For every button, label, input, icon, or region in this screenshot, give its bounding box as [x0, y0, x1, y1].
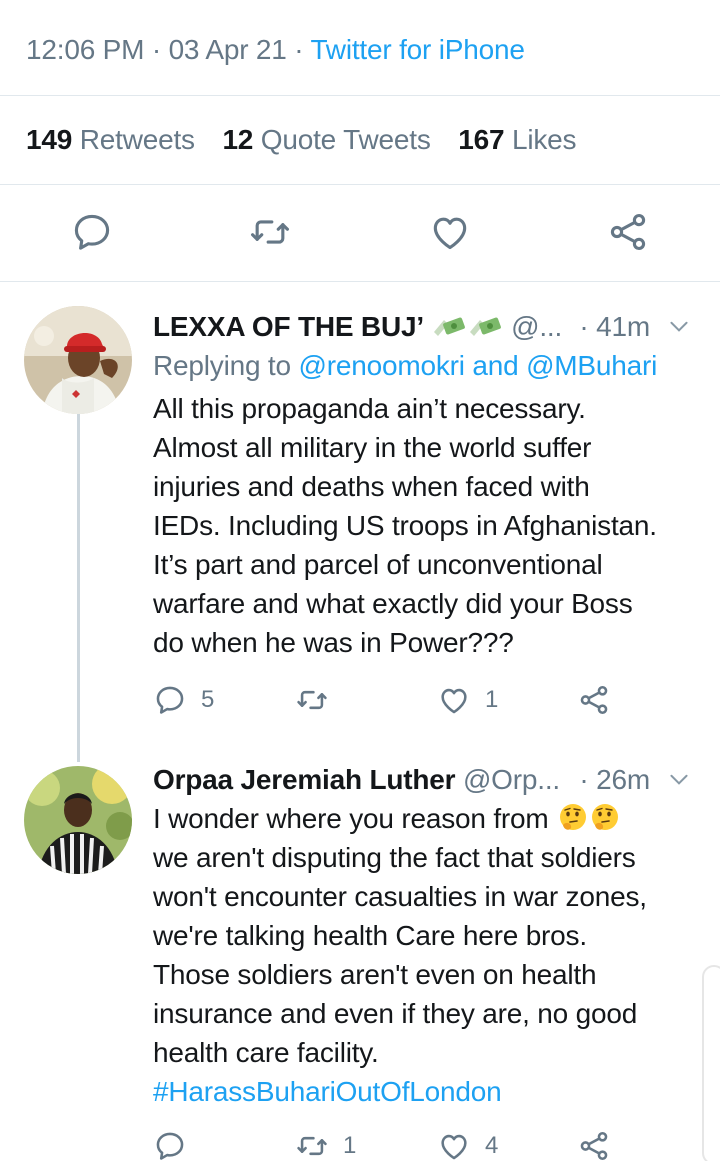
text-line: won't encounter casualties in war zones,: [153, 881, 647, 912]
reply-icon: [156, 686, 184, 714]
mention-link[interactable]: @MBuhari: [526, 350, 657, 381]
quote-tweets-count: 12: [222, 124, 254, 155]
share-icon: [580, 1131, 608, 1161]
user-handle[interactable]: @Orp...: [463, 764, 560, 795]
text-line: injuries and deaths when faced with: [153, 471, 590, 502]
tweet-date: 03 Apr 21: [168, 34, 287, 65]
reply-action-bar: 5 1: [153, 680, 623, 720]
reply-time[interactable]: · 26m: [579, 764, 650, 796]
reply-count: 5: [201, 686, 215, 713]
retweet-button[interactable]: 1: [295, 1126, 356, 1161]
divider: [0, 95, 720, 96]
like-icon[interactable]: [428, 210, 472, 254]
likes-count: 167: [458, 124, 505, 155]
reply-header: Orpaa Jeremiah Luther @Orp... · 26m: [153, 764, 700, 796]
like-button[interactable]: 4: [437, 1126, 498, 1161]
replying-to-label: Replying to: [153, 350, 291, 381]
text-line: IEDs. Including US troops in Afghanistan…: [153, 510, 657, 541]
divider: [0, 281, 720, 282]
text-line: health care facility.: [153, 1037, 379, 1068]
share-button[interactable]: [577, 1126, 611, 1161]
like-button[interactable]: 1: [437, 680, 498, 720]
retweet-icon[interactable]: [248, 210, 292, 254]
tweet-stats: 149 Retweets 12 Quote Tweets 167 Likes: [26, 124, 596, 156]
retweets-stat[interactable]: 149 Retweets: [26, 124, 195, 156]
hashtag-link[interactable]: #HarassBuhariOutOfLondon: [153, 1072, 713, 1111]
divider: [0, 184, 720, 185]
display-name[interactable]: LEXXA OF THE BUJ’: [153, 311, 424, 342]
retweet-count: 1: [343, 1132, 357, 1159]
tweet-action-bar: [0, 210, 720, 260]
avatar[interactable]: [24, 766, 132, 874]
thinking-face-emoji-icon: [560, 804, 587, 830]
retweet-button[interactable]: [295, 680, 343, 720]
text-line: insurance and even if they are, no good: [153, 998, 638, 1029]
text-line: It’s part and parcel of unconventional: [153, 549, 603, 580]
quote-tweets-stat[interactable]: 12 Quote Tweets: [222, 124, 430, 156]
reply-action-bar: 1 4: [153, 1126, 623, 1161]
quote-tweets-label: Quote Tweets: [260, 124, 431, 155]
text-line: Almost all military in the world suffer: [153, 432, 592, 463]
tweet-time: 12:06 PM: [26, 34, 145, 65]
thinking-face-emoji-icon: [592, 804, 619, 830]
mention-link[interactable]: @renoomokri: [298, 350, 464, 381]
text-line: I wonder where you reason from: [153, 799, 713, 838]
reply-text: I wonder where you reason from we aren't…: [153, 799, 713, 1111]
thread-connector-line: [77, 412, 80, 762]
reply-text: All this propaganda ain’t necessary. Alm…: [153, 389, 713, 662]
like-count: 4: [485, 1132, 499, 1159]
likes-stat[interactable]: 167 Likes: [458, 124, 576, 156]
likes-label: Likes: [511, 124, 577, 155]
like-icon: [441, 688, 467, 714]
text-line: we're talking health Care here bros.: [153, 920, 587, 951]
replying-to-line: Replying to @renoomokri and @MBuhari: [153, 350, 657, 382]
reply-header: LEXXA OF THE BUJ’ @... · 41m: [153, 311, 700, 343]
reply-time[interactable]: · 41m: [579, 311, 650, 343]
text-line: All this propaganda ain’t necessary.: [153, 393, 586, 424]
reply-icon[interactable]: [70, 210, 114, 254]
money-with-wings-emoji-icon: [469, 317, 501, 336]
retweets-count: 149: [26, 124, 73, 155]
text-line: Those soldiers aren't even on health: [153, 959, 597, 990]
like-count: 1: [485, 686, 499, 713]
retweet-icon: [297, 1136, 327, 1156]
reply-button[interactable]: [153, 1126, 201, 1161]
text-line: we aren't disputing the fact that soldie…: [153, 842, 636, 873]
reply-icon: [156, 1132, 184, 1160]
reply-button[interactable]: 5: [153, 680, 214, 720]
text-line: do when he was in Power???: [153, 627, 514, 658]
display-name[interactable]: Orpaa Jeremiah Luther: [153, 764, 456, 795]
text-line: warfare and what exactly did your Boss: [153, 588, 633, 619]
text-line-content: I wonder where you reason from: [153, 803, 549, 834]
share-button[interactable]: [577, 680, 611, 720]
chevron-down-icon[interactable]: [666, 766, 692, 792]
money-with-wings-emoji-icon: [433, 317, 465, 336]
share-icon[interactable]: [606, 210, 650, 254]
mention-conjunction: and: [472, 350, 519, 381]
like-icon: [441, 1134, 467, 1160]
tweet-source-link[interactable]: Twitter for iPhone: [310, 34, 524, 65]
meta-separator: ·: [294, 34, 304, 65]
floating-scroll-handle[interactable]: [702, 965, 720, 1161]
meta-separator: ·: [151, 34, 161, 65]
retweet-icon: [297, 690, 327, 710]
user-handle[interactable]: @...: [511, 311, 562, 342]
chevron-down-icon[interactable]: [666, 313, 692, 339]
retweets-label: Retweets: [79, 124, 195, 155]
tweet-timestamp-line: 12:06 PM · 03 Apr 21 · Twitter for iPhon…: [26, 34, 525, 66]
avatar[interactable]: [24, 306, 132, 414]
share-icon: [580, 685, 608, 715]
